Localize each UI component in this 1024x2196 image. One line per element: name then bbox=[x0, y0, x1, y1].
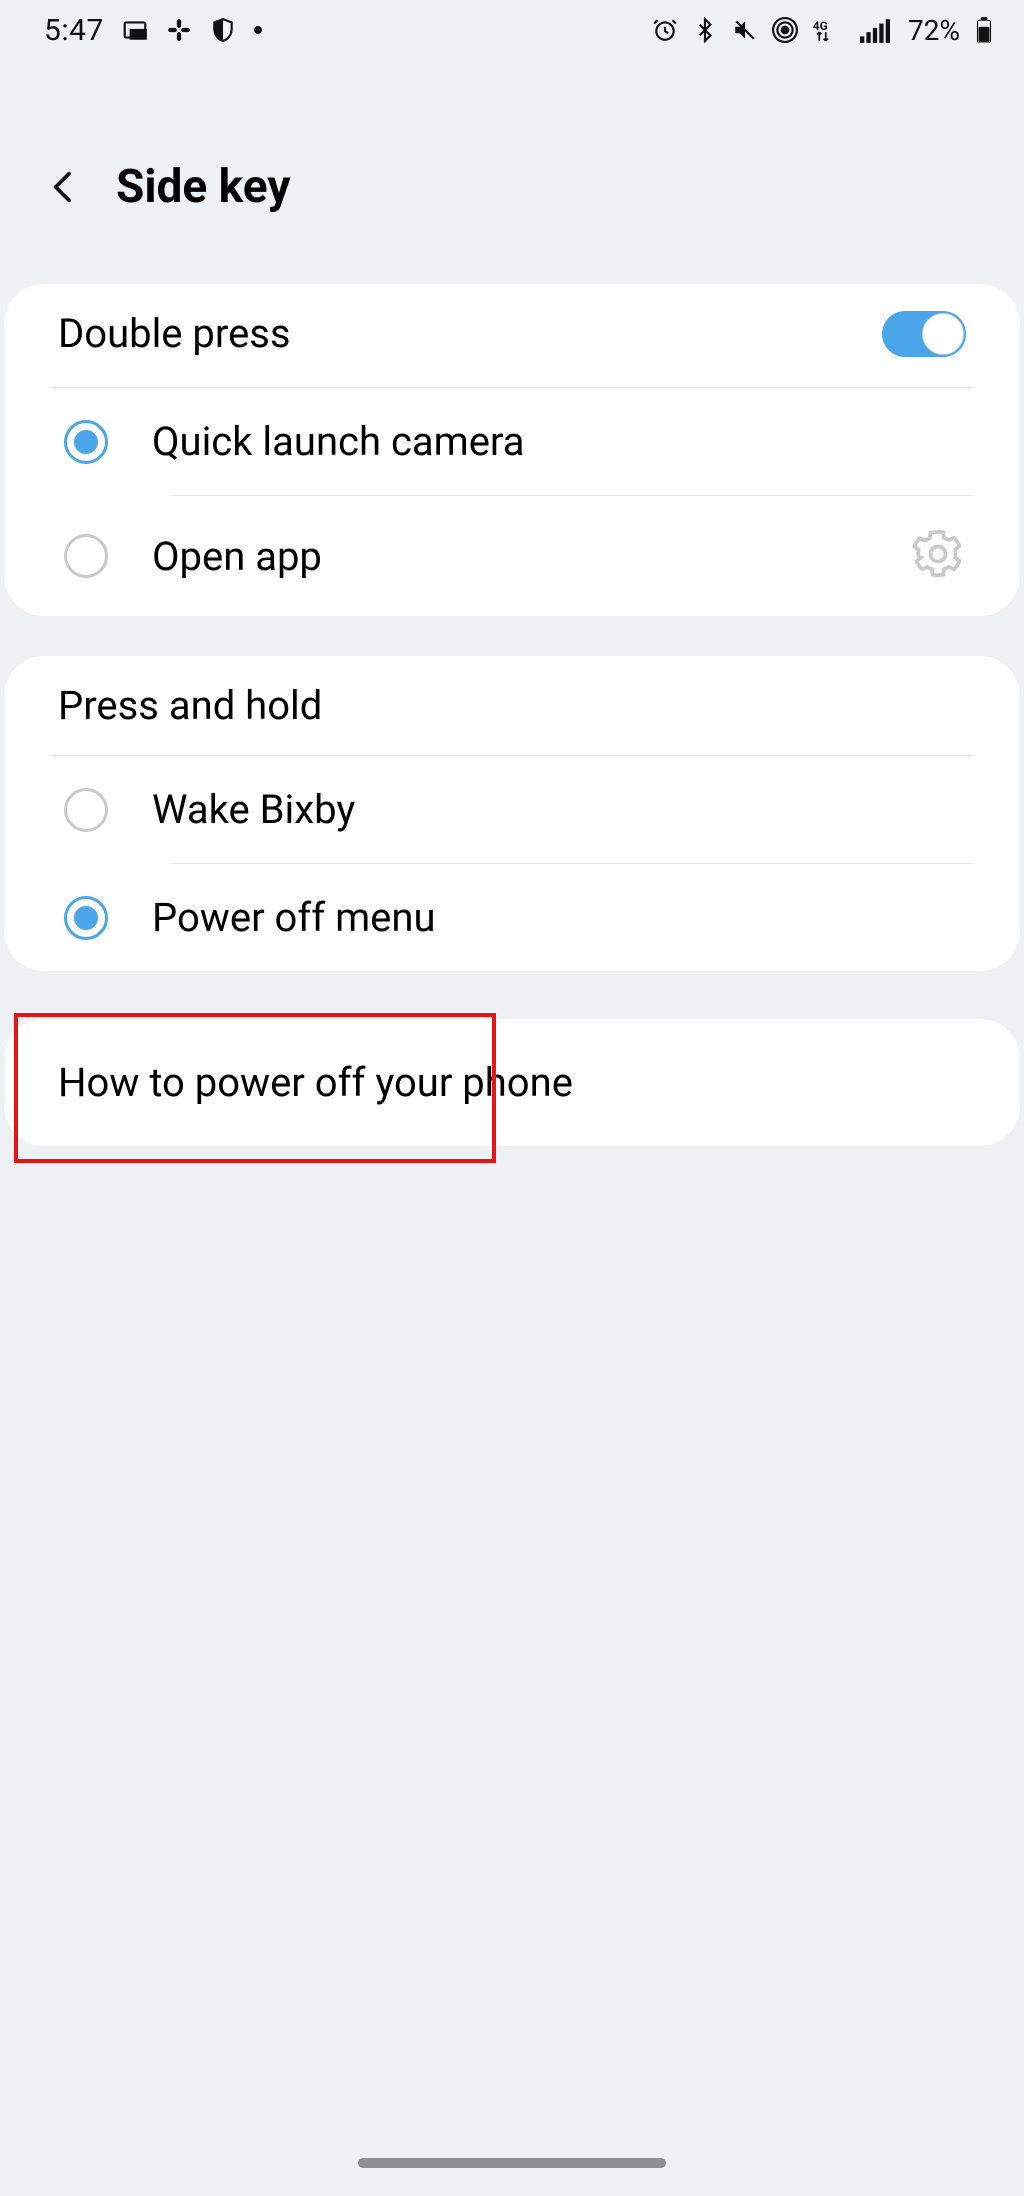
gear-icon bbox=[910, 526, 966, 582]
notification-dot-icon bbox=[254, 26, 262, 34]
home-indicator[interactable] bbox=[358, 2158, 666, 2168]
radio-wake-bixby[interactable] bbox=[64, 788, 108, 832]
option-open-app[interactable]: Open app bbox=[4, 496, 1020, 616]
option-label: Power off menu bbox=[152, 894, 436, 941]
option-label: Quick launch camera bbox=[152, 418, 524, 465]
radio-open-app[interactable] bbox=[64, 534, 108, 578]
battery-icon bbox=[974, 17, 994, 43]
status-bar: 5:47 4G 72% bbox=[0, 0, 1024, 60]
radio-quick-launch-camera[interactable] bbox=[64, 420, 108, 464]
battery-percent: 72% bbox=[908, 14, 960, 47]
how-to-power-off-title: How to power off your phone bbox=[58, 1059, 573, 1106]
option-label: Open app bbox=[152, 533, 322, 580]
page-header: Side key bbox=[0, 160, 1024, 214]
network-type-icon: 4G bbox=[812, 17, 846, 43]
mute-icon bbox=[732, 17, 758, 43]
hotspot-icon bbox=[772, 17, 798, 43]
slack-icon bbox=[166, 17, 192, 43]
option-label: Wake Bixby bbox=[152, 786, 355, 833]
option-wake-bixby[interactable]: Wake Bixby bbox=[4, 756, 1020, 863]
open-app-settings[interactable] bbox=[910, 526, 966, 586]
status-time: 5:47 bbox=[44, 13, 104, 48]
cast-icon bbox=[122, 17, 148, 43]
page-title: Side key bbox=[116, 160, 291, 214]
shield-icon bbox=[210, 17, 236, 43]
double-press-card: Double press Quick launch camera Open ap… bbox=[4, 284, 1020, 616]
radio-power-off-menu[interactable] bbox=[64, 896, 108, 940]
option-power-off-menu[interactable]: Power off menu bbox=[4, 864, 1020, 971]
bluetooth-icon bbox=[692, 17, 718, 43]
press-and-hold-card: Press and hold Wake Bixby Power off menu bbox=[4, 656, 1020, 971]
press-and-hold-title: Press and hold bbox=[58, 682, 322, 729]
option-quick-launch-camera[interactable]: Quick launch camera bbox=[4, 388, 1020, 495]
signal-icon bbox=[860, 17, 890, 43]
how-to-power-off-card[interactable]: How to power off your phone bbox=[4, 1019, 1020, 1146]
alarm-icon bbox=[652, 17, 678, 43]
svg-text:4G: 4G bbox=[813, 19, 828, 33]
double-press-toggle[interactable] bbox=[882, 311, 966, 357]
back-icon[interactable] bbox=[44, 167, 84, 207]
double-press-title: Double press bbox=[58, 310, 291, 357]
